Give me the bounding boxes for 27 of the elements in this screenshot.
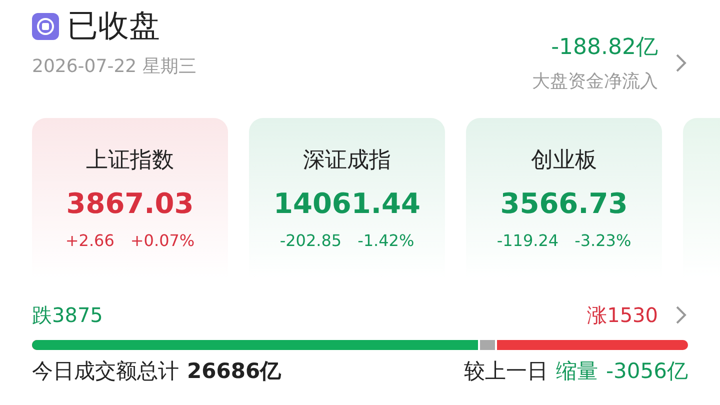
volume-change-value: -3056亿 <box>606 358 688 385</box>
index-change: -202.85 <box>280 230 342 252</box>
index-value: 14061.44 <box>272 186 422 222</box>
turnover-value: 26686亿 <box>187 358 282 385</box>
volume-change-label: 缩量 <box>556 358 598 385</box>
net-flow-value: -188.82亿 <box>550 34 658 62</box>
index-change: -119.24 <box>496 230 559 252</box>
index-percent: +0.07% <box>130 230 195 252</box>
index-percent: -1.42% <box>358 230 414 252</box>
index-name: 上证指数 <box>85 147 175 175</box>
index-value: 3867.03 <box>65 186 195 222</box>
flat-share-segment <box>480 340 498 350</box>
index-change: +2.66 <box>65 230 114 252</box>
net-flow-label: 大盘资金净流入 <box>532 70 658 94</box>
index-name: 深证成指 <box>302 147 392 175</box>
fall-count: 跌3875 <box>32 302 103 329</box>
stop-icon <box>32 13 59 40</box>
turnover-label: 今日成交额总计 <box>32 358 179 385</box>
status-title: 已收盘 <box>67 8 160 46</box>
index-value: 3566.73 <box>499 186 629 222</box>
date-text: 2026-07-22 星期三 <box>32 55 196 80</box>
chevron-right-icon[interactable] <box>674 304 688 326</box>
chevron-right-icon[interactable] <box>674 52 688 74</box>
rise-count: 涨1530 <box>587 302 658 329</box>
compare-label: 较上一日 <box>464 358 548 385</box>
index-percent: -3.23% <box>574 230 632 252</box>
index-name: 创业板 <box>530 147 598 175</box>
